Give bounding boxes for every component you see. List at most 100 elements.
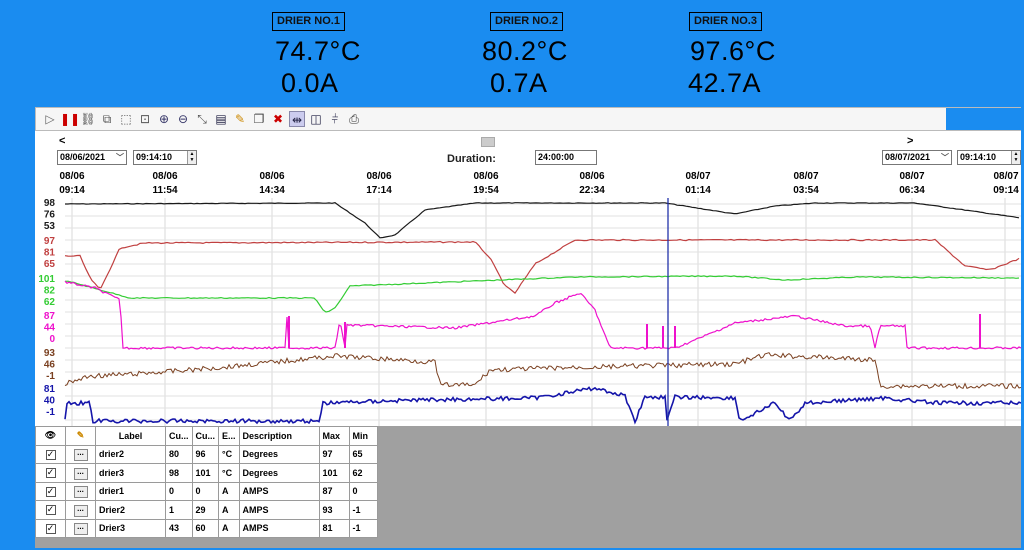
legend-header-description[interactable]: Description [238, 426, 320, 446]
legend-label: drier1 [99, 486, 125, 497]
duration-field[interactable]: 24:00:00 [535, 150, 597, 165]
legend-panel: 👁 ✎ Label Cu... Cu... E... Description M… [35, 426, 1021, 548]
legend-row[interactable]: ✓... Drier2 1 29 A AMPS 93 -1 [35, 500, 378, 520]
time-axis-date: 08/07 [993, 171, 1019, 182]
print-icon[interactable]: ⎙ [346, 111, 362, 127]
band-tick-label: -1 [46, 407, 55, 418]
time-axis-label: 08/06 17:14 [349, 170, 409, 198]
time-axis-label: 08/07 03:54 [776, 170, 836, 198]
end-time-spinner[interactable]: 09:14:10 ▲ ▼ [957, 150, 1021, 165]
zoom-reset-icon[interactable]: ⤡ [194, 111, 210, 127]
visible-checkbox[interactable]: ✓ [45, 486, 56, 497]
legend-description: Degrees [242, 449, 279, 460]
legend-max: 87 [322, 486, 333, 497]
legend-min: 0 [352, 486, 358, 497]
options-button[interactable]: ... [73, 523, 88, 536]
time-axis-label: 08/07 01:14 [668, 170, 728, 198]
options-button[interactable]: ... [73, 449, 88, 462]
trend-chart[interactable]: 9876539781651018262874409346-18140-1 [35, 198, 1021, 426]
legend-header-min[interactable]: Min [348, 426, 378, 446]
end-date-picker[interactable]: 08/07/2021 ﹀ [882, 150, 952, 165]
legend-unit: °C [222, 467, 233, 478]
drier3-title: DRIER NO.3 [689, 12, 762, 31]
band-tick-label: 101 [38, 274, 55, 285]
band-tick-label: 81 [44, 384, 56, 395]
legend-unit: A [222, 504, 229, 515]
pause-icon[interactable]: ❚❚ [60, 111, 80, 127]
options-button[interactable]: ... [73, 467, 88, 480]
legend-row[interactable]: ✓... drier2 80 96 °C Degrees 97 65 [35, 444, 378, 464]
options-button[interactable]: ... [73, 504, 88, 517]
zoom-page-icon[interactable]: ⧉ [99, 111, 115, 127]
eye-icon[interactable]: 👁 [35, 426, 66, 446]
start-time-value: 09:14:10 [136, 152, 173, 162]
visible-checkbox[interactable]: ✓ [45, 449, 56, 460]
time-axis-label: 08/06 11:54 [135, 170, 195, 198]
legend-header-row: 👁 ✎ Label Cu... Cu... E... Description M… [35, 426, 378, 446]
start-date-picker[interactable]: 08/06/2021 ﹀ [57, 150, 127, 165]
marker-icon[interactable]: ⫩ [327, 111, 343, 127]
legend-header-label[interactable]: Label [95, 426, 166, 446]
visible-checkbox[interactable]: ✓ [45, 505, 56, 516]
legend-label: Drier3 [99, 523, 126, 534]
legend-min: -1 [352, 523, 361, 534]
horizontal-scrollbar[interactable]: < > [35, 135, 1021, 149]
scroll-left-icon[interactable]: < [59, 135, 65, 147]
zoom-box-icon[interactable]: ⊡ [137, 111, 153, 127]
time-axis-label: 08/06 19:54 [456, 170, 516, 198]
play-icon[interactable]: ▷ [42, 111, 58, 127]
copy-icon[interactable]: ❐ [251, 111, 267, 127]
legend-header-cur2[interactable]: Cu... [191, 426, 219, 446]
legend-row[interactable]: ✓... drier1 0 0 A AMPS 87 0 [35, 481, 378, 501]
scroll-right-icon[interactable]: > [907, 135, 913, 147]
legend-label: Drier2 [99, 504, 126, 515]
visible-checkbox[interactable]: ✓ [45, 523, 56, 534]
start-time-spinner[interactable]: 09:14:10 ▲ ▼ [133, 150, 197, 165]
band-tick-label: 81 [44, 248, 56, 259]
legend-cur2: 101 [195, 467, 211, 478]
pen-icon[interactable]: ✎ [65, 426, 96, 446]
chevron-down-icon[interactable]: ﹀ [941, 151, 949, 164]
time-axis-time: 22:34 [579, 185, 605, 196]
legend-cur1: 0 [169, 486, 175, 497]
legend-description: AMPS [242, 504, 269, 515]
delete-icon[interactable]: ✖ [270, 111, 286, 127]
time-axis-label: 08/06 09:14 [42, 170, 102, 198]
band-tick-label: 53 [44, 221, 56, 232]
options-button[interactable]: ... [73, 486, 88, 499]
zoom-out-icon[interactable]: ⊖ [175, 111, 191, 127]
legend-min: -1 [352, 504, 361, 515]
legend-header-cur1[interactable]: Cu... [165, 426, 193, 446]
legend-row[interactable]: ✓... Drier3 43 60 A AMPS 81 -1 [35, 518, 378, 538]
spinner-arrows-icon[interactable]: ▲ ▼ [1011, 151, 1020, 164]
time-axis-date: 08/07 [793, 171, 819, 182]
time-axis-time: 09:14 [993, 185, 1019, 196]
scroll-thumb[interactable] [481, 137, 495, 147]
pen-icon[interactable]: ✎ [232, 111, 248, 127]
legend-row[interactable]: ✓... drier3 98 101 °C Degrees 101 62 [35, 463, 378, 483]
legend-label: drier2 [99, 449, 125, 460]
time-axis-time: 17:14 [366, 185, 392, 196]
legend-header-eu[interactable]: E... [218, 426, 240, 446]
band-tick-label: 62 [44, 297, 56, 308]
time-axis-time: 09:14 [59, 185, 85, 196]
cursor-icon[interactable]: ⇹ [289, 111, 305, 127]
zoom-region-icon[interactable]: ⬚ [118, 111, 134, 127]
zoom-in-icon[interactable]: ⊕ [156, 111, 172, 127]
drier2-temp: 80.2°C [482, 36, 568, 66]
legend-cur1: 1 [169, 504, 175, 515]
legend-header-max[interactable]: Max [318, 426, 350, 446]
spinner-arrows-icon[interactable]: ▲ ▼ [187, 151, 196, 164]
visible-checkbox[interactable]: ✓ [45, 468, 56, 479]
time-axis-date: 08/06 [152, 171, 178, 182]
time-axis-label: 08/07 09:14 [976, 170, 1024, 198]
end-date-value: 08/07/2021 [885, 152, 931, 162]
toolbar: ▷ ❚❚ ⛓ ⧉ ⬚ ⊡ ⊕ ⊖ ⤡ ▤ ✎ ❐ ✖ ⇹ ◫ ⫩ ⎙ [35, 107, 1022, 131]
time-axis-label: 08/06 22:34 [562, 170, 622, 198]
table-icon[interactable]: ▤ [213, 111, 229, 127]
link-icon[interactable]: ⛓ [80, 111, 96, 127]
legend-cur2: 0 [195, 486, 201, 497]
chevron-down-icon[interactable]: ﹀ [116, 151, 124, 164]
split-icon[interactable]: ◫ [308, 111, 324, 127]
drier3-amps: 42.7A [688, 68, 762, 98]
